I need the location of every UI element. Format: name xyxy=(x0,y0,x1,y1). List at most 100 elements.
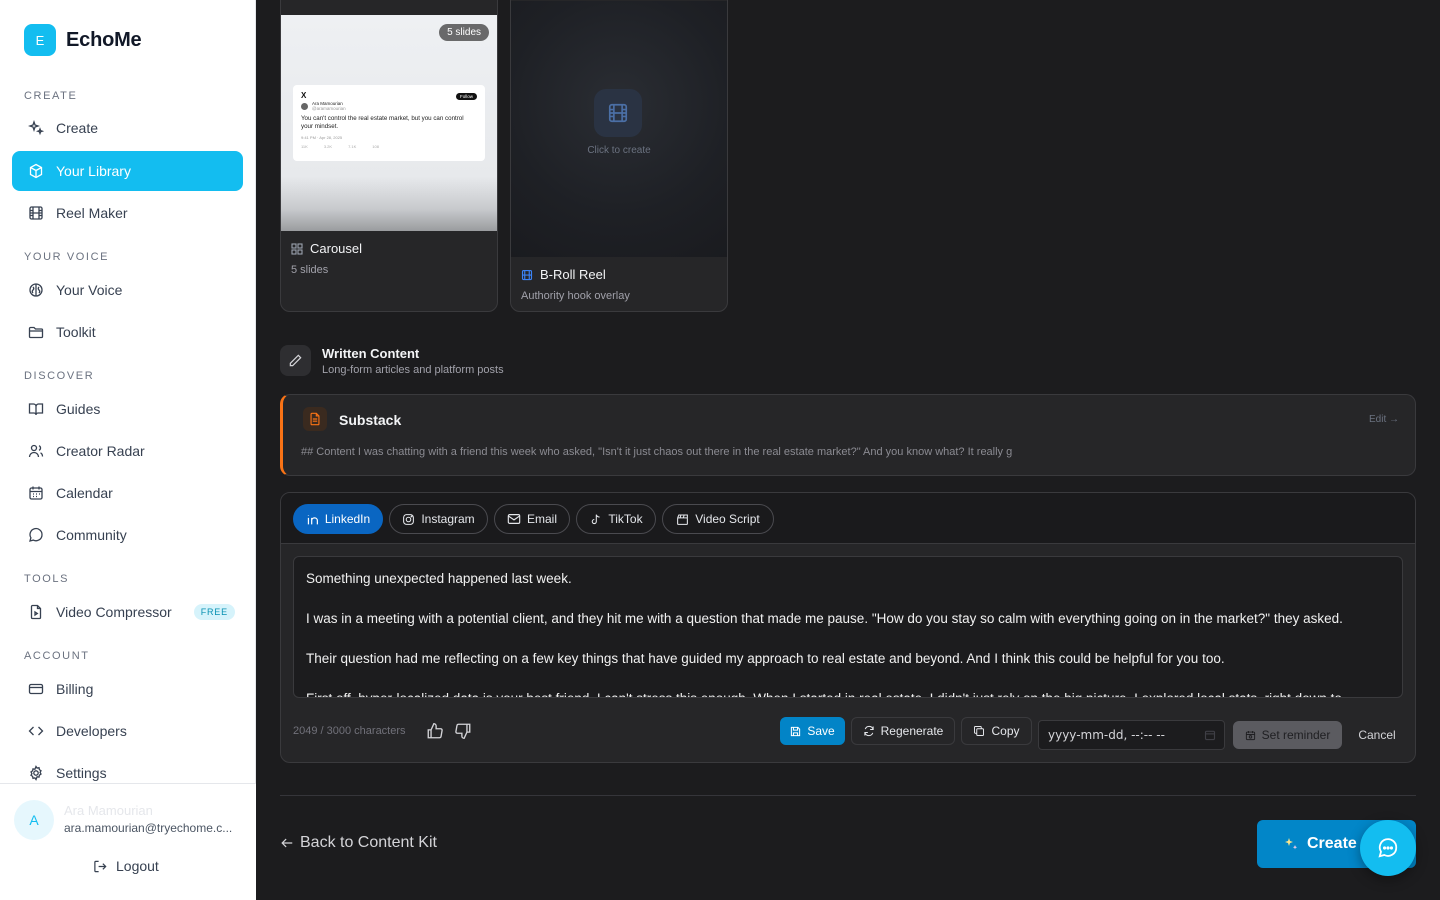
brand-name: EchoMe xyxy=(66,28,142,51)
tweet-stat: 3.2K xyxy=(323,143,333,149)
linkedin-icon xyxy=(307,514,318,524)
package-icon xyxy=(29,163,43,179)
platform-tabs: LinkedIn Instagram Email TikTok Video Sc… xyxy=(281,493,1415,544)
save-button[interactable]: Save xyxy=(780,717,845,745)
section-label-your-voice: YOUR VOICE xyxy=(24,251,110,263)
post-paragraph: Something unexpected happened last week. xyxy=(306,571,572,586)
copy-button[interactable]: Copy xyxy=(961,717,1032,745)
sidebar-item-video-compressor[interactable]: Video Compressor FREE xyxy=(12,592,243,632)
logout-icon xyxy=(94,860,107,872)
save-label: Save xyxy=(807,724,835,738)
substack-preview: ## Content I was chatting with a friend … xyxy=(301,446,1013,458)
music-note-icon xyxy=(592,513,600,524)
tweet-handle: @aramamourian xyxy=(312,105,346,111)
logout-button[interactable]: Logout xyxy=(93,858,159,874)
divider xyxy=(280,795,1416,796)
folder-icon xyxy=(28,326,44,339)
broll-title-label: B-Roll Reel xyxy=(540,267,606,282)
user-email: ara.mamourian@tryechome.c... xyxy=(64,821,233,835)
sidebar-item-library[interactable]: Your Library xyxy=(12,151,243,191)
sidebar-item-create[interactable]: Create xyxy=(12,108,243,148)
create-label: Create xyxy=(1307,835,1357,852)
tab-linkedin[interactable]: LinkedIn xyxy=(293,504,383,534)
carousel-title: Carousel xyxy=(291,241,362,256)
section-label-discover: DISCOVER xyxy=(24,370,95,382)
reminder-datetime-input[interactable]: yyyy-mm-dd, --:-- -- xyxy=(1038,720,1225,750)
chat-support-button[interactable] xyxy=(1360,820,1416,876)
sidebar-item-billing[interactable]: Billing xyxy=(12,669,243,709)
back-to-content-kit-link[interactable]: Back to Content Kit xyxy=(280,834,437,852)
sidebar-item-community[interactable]: Community xyxy=(12,515,243,555)
tweet-preview: X Follow Ara Mamourian @aramamourian You… xyxy=(293,85,485,161)
sidebar: E EchoMe CREATE Create Your Library Reel… xyxy=(0,0,256,900)
regenerate-label: Regenerate xyxy=(880,724,944,738)
pencil-icon xyxy=(280,345,311,376)
substack-title: Substack xyxy=(339,412,402,428)
x-logo-icon: X xyxy=(301,91,307,100)
post-textarea[interactable]: Something unexpected happened last week.… xyxy=(293,556,1403,698)
save-icon xyxy=(791,726,801,736)
chat-bubble-icon xyxy=(1378,838,1398,858)
tab-email[interactable]: Email xyxy=(494,504,570,534)
section-label-account: ACCOUNT xyxy=(24,650,90,662)
tweet-avatar xyxy=(301,103,308,111)
sidebar-item-label: Community xyxy=(56,527,127,543)
free-badge: FREE xyxy=(193,604,235,620)
carousel-thumbnail: 5 slides X Follow Ara Mamourian @aramamo… xyxy=(281,15,497,231)
cancel-button[interactable]: Cancel xyxy=(1349,721,1405,749)
broll-thumbnail[interactable]: Click to create xyxy=(511,1,727,257)
sidebar-item-reel-maker[interactable]: Reel Maker xyxy=(12,193,243,233)
sidebar-item-creator-radar[interactable]: Creator Radar xyxy=(12,431,243,471)
tab-instagram[interactable]: Instagram xyxy=(389,504,488,534)
tweet-text: You can't control the real estate market… xyxy=(301,114,464,131)
sidebar-item-guides[interactable]: Guides xyxy=(12,389,243,429)
section-label-create: CREATE xyxy=(24,90,78,102)
sparkles-icon xyxy=(1285,838,1298,850)
sidebar-item-label: Your Library xyxy=(56,163,131,179)
slides-badge: 5 slides xyxy=(439,24,489,41)
thumbs-up-icon[interactable] xyxy=(426,722,444,740)
brain-icon xyxy=(29,283,43,297)
film-icon xyxy=(29,206,43,220)
post-editor: LinkedIn Instagram Email TikTok Video Sc… xyxy=(280,492,1416,763)
tab-video-script[interactable]: Video Script xyxy=(662,504,774,534)
regenerate-button[interactable]: Regenerate xyxy=(851,717,955,745)
file-video-icon xyxy=(30,604,42,620)
substack-edit-link[interactable]: Edit → xyxy=(1369,414,1399,425)
mail-icon xyxy=(507,514,521,524)
thumbs-down-icon[interactable] xyxy=(454,722,472,740)
logout-label: Logout xyxy=(116,858,159,874)
message-circle-icon xyxy=(29,527,43,542)
sidebar-item-calendar[interactable]: Calendar xyxy=(12,473,243,513)
arrow-left-icon xyxy=(281,838,293,848)
user-name: Ara Mamourian xyxy=(64,803,153,818)
back-label: Back to Content Kit xyxy=(300,834,437,851)
character-count: 2049 / 3000 characters xyxy=(293,725,406,737)
sidebar-item-label: Video Compressor xyxy=(56,604,172,620)
sidebar-item-label: Toolkit xyxy=(56,324,96,340)
sidebar-item-toolkit[interactable]: Toolkit xyxy=(12,312,243,352)
sidebar-item-your-voice[interactable]: Your Voice xyxy=(12,270,243,310)
calendar-icon xyxy=(29,486,43,500)
substack-card[interactable]: Substack Edit → ## Content I was chattin… xyxy=(280,394,1416,476)
copy-label: Copy xyxy=(991,724,1020,738)
tab-label: TikTok xyxy=(608,512,643,526)
document-icon xyxy=(303,407,327,431)
carousel-card[interactable]: 5 slides X Follow Ara Mamourian @aramamo… xyxy=(280,0,498,312)
gear-icon xyxy=(30,765,42,781)
carousel-title-label: Carousel xyxy=(310,241,363,256)
sidebar-item-label: Developers xyxy=(56,723,127,739)
avatar[interactable]: A xyxy=(14,800,54,840)
calendar-icon[interactable] xyxy=(1204,729,1216,741)
set-reminder-button[interactable]: Set reminder xyxy=(1233,721,1342,749)
broll-card[interactable]: Click to create B-Roll Reel Authority ho… xyxy=(510,0,728,312)
tab-tiktok[interactable]: TikTok xyxy=(576,504,656,534)
brand-logo: E xyxy=(24,24,56,56)
set-reminder-label: Set reminder xyxy=(1261,728,1331,742)
tweet-follow: Follow xyxy=(455,93,477,100)
tweet-stats: 11K 3.2K 7.1K 108 xyxy=(301,144,477,149)
brand[interactable]: E EchoMe xyxy=(24,24,142,56)
grid-icon xyxy=(291,242,303,255)
instagram-icon xyxy=(403,513,415,525)
sidebar-item-developers[interactable]: Developers xyxy=(12,711,243,751)
